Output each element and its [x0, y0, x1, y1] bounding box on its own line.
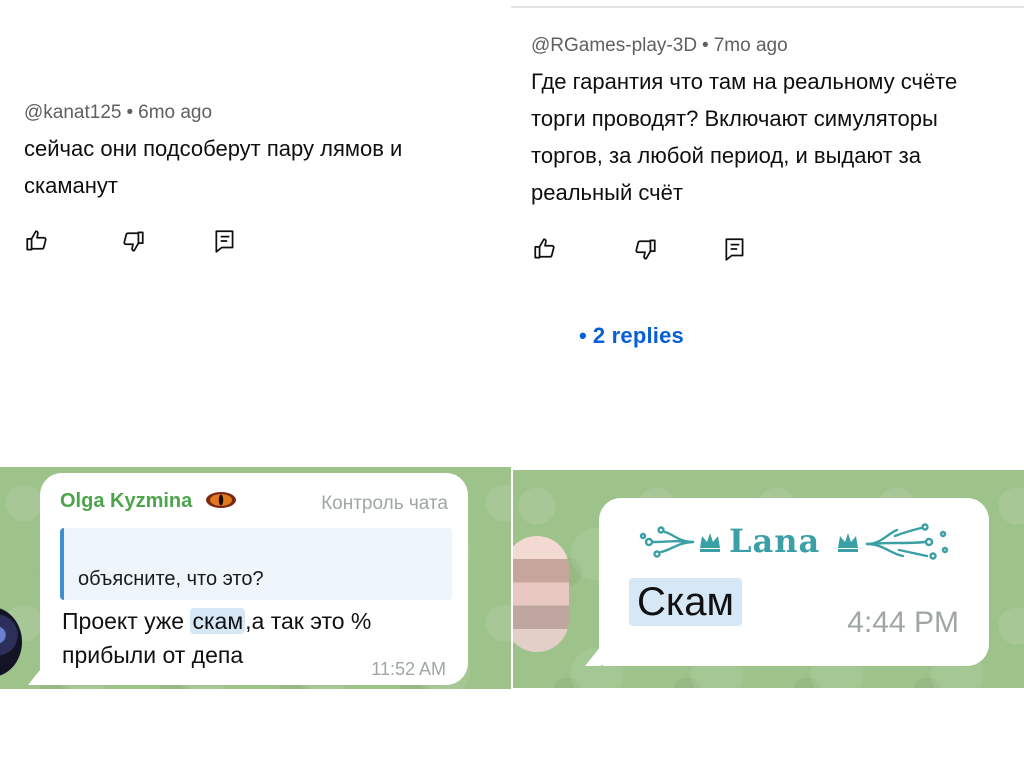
message-bubble[interactable]: Olga Kyzmina Контроль чата объясните, чт…: [40, 473, 468, 685]
reply-quote[interactable]: объясните, что это?: [60, 528, 452, 600]
message-text: Скам: [629, 574, 743, 630]
dragon-eye-icon: [205, 492, 236, 508]
comment-text-line: торги проводят? Включают симуляторы: [531, 106, 938, 131]
replies-count[interactable]: 2 replies: [593, 323, 684, 348]
message-line: Проект уже скам,а так это %: [62, 604, 462, 638]
telegram-chat-lana: Lana Скам 4:44 PM: [513, 470, 1024, 688]
thumb-down-icon[interactable]: [630, 234, 660, 264]
comment-text-line: скаманут: [24, 173, 118, 198]
sender-name[interactable]: Olga Kyzmina: [60, 489, 238, 513]
thumb-up-icon[interactable]: [530, 234, 560, 264]
replies-link[interactable]: • 2 replies: [579, 323, 684, 349]
comment-text: Где гарантия что там на реальному счёте …: [531, 63, 1021, 211]
comment-text-line: Где гарантия что там на реальному счёте: [531, 69, 958, 94]
comment-actions: [530, 234, 750, 264]
meta-separator: •: [702, 35, 709, 56]
reply-comment-icon[interactable]: [210, 226, 240, 256]
avatar[interactable]: [513, 536, 569, 652]
message-time: 11:52 AM: [371, 659, 446, 679]
message-time: 4:44 PM: [847, 606, 959, 639]
meta-separator: •: [126, 102, 134, 123]
comment-text-line: реальный счёт: [531, 180, 683, 205]
telegram-chat-olga: Olga Kyzmina Контроль чата объясните, чт…: [0, 467, 511, 689]
thumb-down-icon[interactable]: [118, 226, 148, 256]
comment-text: сейчас они подсоберут пару лямов и скама…: [24, 130, 494, 204]
comment-age[interactable]: 7mo ago: [714, 35, 788, 56]
highlighted-word: Скам: [629, 578, 743, 626]
crown-icon: [700, 533, 720, 552]
highlighted-word: скам: [190, 608, 246, 634]
thumb-up-icon[interactable]: [22, 226, 52, 256]
comment-actions: [22, 226, 240, 256]
comment-author[interactable]: @kanat125: [24, 102, 121, 123]
admin-role-label: Контроль чата: [321, 493, 448, 514]
message-fragment: Проект уже: [62, 608, 191, 634]
youtube-comment-2: @RGames-play-3D • 7mo ago Где гарантия что…: [511, 0, 1024, 440]
swirl-ornament-icon: [639, 526, 695, 558]
comment-text-line: сейчас они подсоберут пару лямов и: [24, 136, 403, 161]
sender-name[interactable]: Lana: [729, 522, 820, 560]
comment-age[interactable]: 6mo ago: [138, 102, 212, 123]
message-bubble[interactable]: Lana Скам 4:44 PM: [599, 498, 989, 666]
youtube-comment-1: @kanat125 • 6mo ago сейчас они подсоберут …: [0, 0, 511, 400]
comment-meta: @kanat125 • 6mo ago: [24, 102, 212, 124]
comment-author[interactable]: @RGames-play-3D: [531, 35, 697, 56]
swirl-ornament-icon: [865, 523, 949, 560]
quoted-text: объясните, что это?: [78, 568, 264, 590]
replies-bullet: •: [579, 323, 587, 348]
crown-icon: [838, 533, 858, 552]
comment-meta: @RGames-play-3D • 7mo ago: [531, 35, 788, 57]
sender-name-text: Olga Kyzmina: [60, 490, 193, 512]
comment-text-line: торгов, за любой период, и выдают за: [531, 143, 921, 168]
message-fragment: ,а так это %: [245, 608, 372, 634]
reply-comment-icon[interactable]: [720, 234, 750, 264]
